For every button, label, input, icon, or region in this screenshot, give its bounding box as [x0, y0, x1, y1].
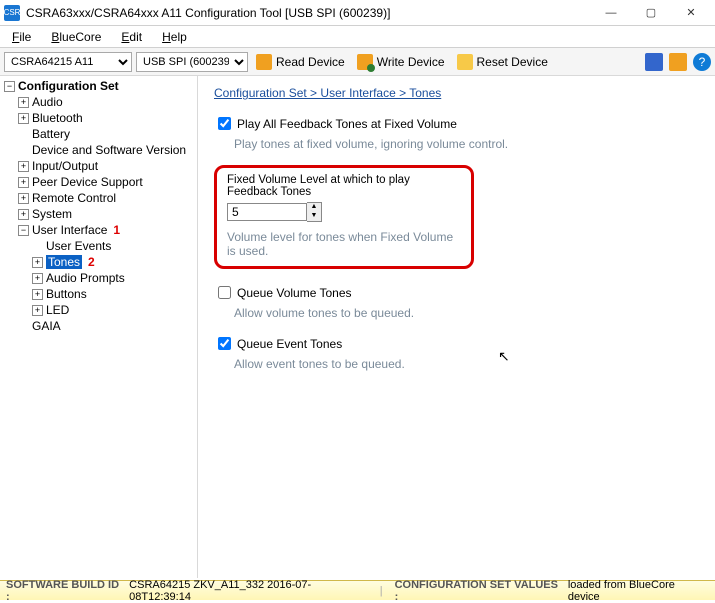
menu-bluecore[interactable]: BlueCore [43, 28, 109, 46]
read-device-button[interactable]: Read Device [252, 52, 349, 72]
spin-up-button[interactable]: ▲ [307, 203, 321, 212]
tree-item-ui[interactable]: −User Interface1 User Events +Tones2 +Au… [18, 222, 197, 318]
menu-help[interactable]: Help [154, 28, 195, 46]
open-icon[interactable] [669, 53, 687, 71]
save-icon[interactable] [645, 53, 663, 71]
fixed-volume-input[interactable] [227, 203, 307, 221]
tree-item-audio[interactable]: +Audio [18, 94, 197, 110]
content-panel: Configuration Set > User Interface > Ton… [198, 76, 715, 578]
status-bar: SOFTWARE BUILD ID : CSRA64215 ZKV_A11_33… [0, 580, 715, 600]
fixed-volume-desc: Volume level for tones when Fixed Volume… [227, 230, 461, 258]
window-title: CSRA63xxx/CSRA64xxx A11 Configuration To… [26, 6, 591, 20]
tree-item-system[interactable]: +System [18, 206, 197, 222]
reset-icon [457, 54, 473, 70]
tree-item-devsw[interactable]: Device and Software Version [18, 142, 197, 158]
queue-volume-tones-label: Queue Volume Tones [237, 286, 352, 300]
tree-item-remote[interactable]: +Remote Control [18, 190, 197, 206]
fixed-volume-group-label: Fixed Volume Level at which to play Feed… [227, 174, 461, 198]
status-cfg-value: loaded from BlueCore device [568, 579, 709, 603]
queue-event-desc: Allow event tones to be queued. [234, 357, 699, 371]
queue-volume-tones-checkbox[interactable] [218, 286, 231, 299]
tree-item-bluetooth[interactable]: +Bluetooth [18, 110, 197, 126]
spin-down-button[interactable]: ▼ [307, 212, 321, 221]
tree-root[interactable]: −Configuration Set +Audio +Bluetooth Bat… [4, 78, 197, 334]
tree-item-buttons[interactable]: +Buttons [32, 286, 197, 302]
write-icon [357, 54, 373, 70]
tree-item-battery[interactable]: Battery [18, 126, 197, 142]
status-build-value: CSRA64215 ZKV_A11_332 2016-07-08T12:39:1… [129, 579, 372, 603]
minimize-button[interactable]: — [591, 0, 631, 26]
annotation-1: 1 [113, 223, 120, 237]
status-build-label: SOFTWARE BUILD ID : [6, 579, 125, 603]
tree-item-gaia[interactable]: GAIA [18, 318, 197, 334]
queue-event-tones-label: Queue Event Tones [237, 337, 342, 351]
fixed-volume-group: Fixed Volume Level at which to play Feed… [214, 165, 474, 269]
tree-item-peer[interactable]: +Peer Device Support [18, 174, 197, 190]
queue-event-tones-checkbox[interactable] [218, 337, 231, 350]
status-cfg-label: CONFIGURATION SET VALUES : [395, 579, 564, 603]
play-all-fixed-volume-checkbox[interactable] [218, 117, 231, 130]
main-area: −Configuration Set +Audio +Bluetooth Bat… [0, 76, 715, 578]
title-bar: CSR CSRA63xxx/CSRA64xxx A11 Configuratio… [0, 0, 715, 26]
menu-file[interactable]: File [4, 28, 39, 46]
play-all-desc: Play tones at fixed volume, ignoring vol… [234, 137, 699, 151]
tree-item-user-events[interactable]: User Events [32, 238, 197, 254]
help-toolbar-icon[interactable]: ? [693, 53, 711, 71]
reset-device-button[interactable]: Reset Device [453, 52, 552, 72]
breadcrumb[interactable]: Configuration Set > User Interface > Ton… [214, 86, 699, 100]
menu-bar: File BlueCore Edit Help [0, 26, 715, 48]
write-device-button[interactable]: Write Device [353, 52, 449, 72]
toolbar: CSRA64215 A11 USB SPI (600239) Read Devi… [0, 48, 715, 76]
close-button[interactable]: ✕ [671, 0, 711, 26]
read-icon [256, 54, 272, 70]
menu-edit[interactable]: Edit [113, 28, 150, 46]
cursor-icon: ↖ [498, 348, 510, 365]
device-combo[interactable]: CSRA64215 A11 [4, 52, 132, 72]
tree-item-audio-prompts[interactable]: +Audio Prompts [32, 270, 197, 286]
play-all-fixed-volume-label: Play All Feedback Tones at Fixed Volume [237, 117, 457, 131]
tree-item-tones[interactable]: +Tones2 [32, 254, 197, 270]
queue-volume-desc: Allow volume tones to be queued. [234, 306, 699, 320]
tree-panel: −Configuration Set +Audio +Bluetooth Bat… [0, 76, 198, 578]
app-icon: CSR [4, 5, 20, 21]
tree-item-led[interactable]: +LED [32, 302, 197, 318]
tree-item-io[interactable]: +Input/Output [18, 158, 197, 174]
maximize-button[interactable]: ▢ [631, 0, 671, 26]
annotation-2: 2 [88, 255, 95, 269]
transport-combo[interactable]: USB SPI (600239) [136, 52, 248, 72]
